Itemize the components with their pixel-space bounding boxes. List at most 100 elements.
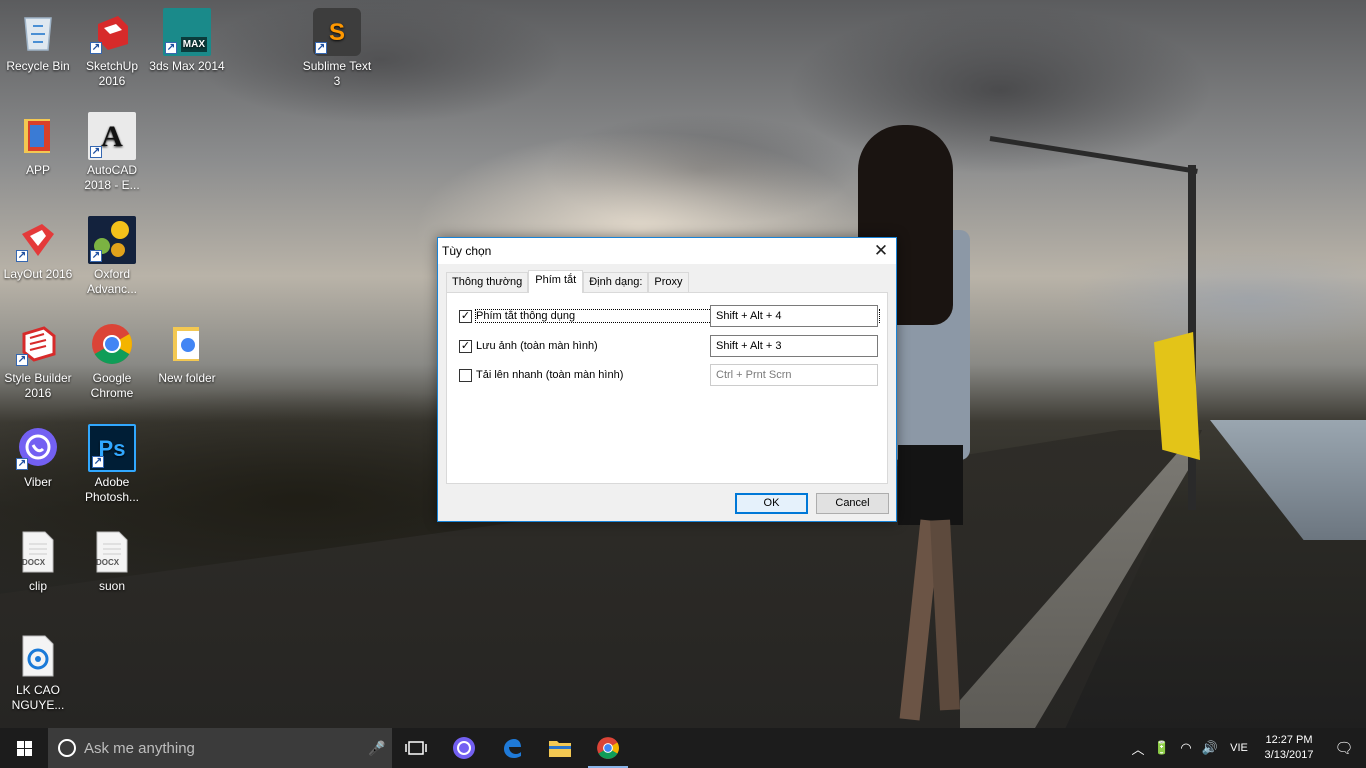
taskbar: Ask me anything 🎤 ︿ 🔋 ◠ 🔊 VIE 12:27 PM 3… (0, 728, 1366, 768)
clock[interactable]: 12:27 PM 3/13/2017 (1256, 733, 1322, 763)
tab-general[interactable]: Thông thường (446, 272, 529, 293)
taskbar-viber[interactable] (440, 728, 488, 768)
viber-icon: ↗ (14, 424, 62, 472)
desktop-icon-oxford[interactable]: ↗ Oxford Advanc... (74, 216, 150, 297)
tab-format[interactable]: Định dạng: (583, 272, 649, 293)
language-indicator[interactable]: VIE (1222, 742, 1256, 754)
edge-icon (504, 739, 521, 758)
oxford-dictionary-icon: ↗ (88, 216, 136, 264)
battery-icon[interactable]: 🔋 (1150, 740, 1174, 756)
docx-file-icon: DOCX (88, 528, 136, 576)
desktop-icon-label: APP (25, 163, 50, 177)
common-shortcut-checkbox[interactable]: ✓ (459, 309, 472, 323)
desktop-icon-autocad[interactable]: A ↗ AutoCAD 2018 - E... (74, 112, 150, 193)
recycle-bin-icon (14, 8, 62, 56)
layout-icon: ↗ (14, 216, 62, 264)
clock-date: 3/13/2017 (1264, 749, 1314, 761)
common-shortcut-hotkey-field[interactable]: Shift + Alt + 4 (710, 305, 878, 327)
file-explorer-icon (549, 741, 571, 757)
desktop-icon-layout[interactable]: ↗ LayOut 2016 (0, 216, 76, 282)
desktop-icon-label: AutoCAD 2018 - E... (84, 163, 140, 192)
close-icon[interactable]: ✕ (866, 238, 896, 264)
desktop-icon-app-folder[interactable]: APP (0, 112, 76, 178)
tab-shortcuts[interactable]: Phím tắt (528, 270, 584, 293)
shortcut-arrow-icon: ↗ (165, 42, 177, 54)
wifi-icon[interactable]: ◠ (1174, 740, 1198, 756)
desktop-icon-viber[interactable]: ↗ Viber (0, 424, 76, 490)
desktop-icon-label: LK CAO NGUYE... (11, 683, 65, 712)
shortcut-arrow-icon: ↗ (90, 250, 102, 262)
autocad-icon: A ↗ (88, 112, 136, 160)
clock-time: 12:27 PM (1265, 734, 1313, 746)
desktop-icon-label: Google Chrome (90, 371, 134, 400)
shortcut-arrow-icon: ↗ (315, 42, 327, 54)
save-fullscreen-checkbox[interactable]: ✓ (459, 339, 472, 353)
tab-proxy[interactable]: Proxy (648, 272, 689, 293)
desktop-icon-label: Sublime Text 3 (302, 59, 372, 88)
dialog-titlebar[interactable]: Tùy chọn ✕ (438, 238, 896, 264)
quick-upload-checkbox[interactable] (459, 368, 472, 382)
desktop-icon-suon[interactable]: DOCX suon (74, 528, 150, 594)
shortcut-arrow-icon: ↗ (16, 458, 28, 470)
dialog-tabs: Thông thường Phím tắt Định dạng: Proxy (446, 270, 689, 293)
shortcut-arrow-icon: ↗ (16, 354, 28, 366)
folder-icon (163, 320, 211, 368)
shortcut-arrow-icon: ↗ (90, 146, 102, 158)
shortcut-row-save-fullscreen: ✓ Lưu ảnh (toàn màn hình) Shift + Alt + … (459, 335, 879, 357)
save-fullscreen-hotkey-field[interactable]: Shift + Alt + 3 (710, 335, 878, 357)
desktop-icon-lk-cao-nguyen[interactable]: LK CAO NGUYE... (0, 632, 76, 713)
taskbar-edge[interactable] (488, 728, 536, 768)
desktop-icon-label: clip (28, 579, 47, 593)
media-file-icon (14, 632, 62, 680)
desktop-icon-3ds-max[interactable]: MAX ↗ 3ds Max 2014 (149, 8, 225, 74)
desktop-icon-sublime-text[interactable]: S ↗ Sublime Text 3 (299, 8, 375, 89)
desktop-icon-label: Recycle Bin (6, 59, 70, 73)
options-dialog: Tùy chọn ✕ Thông thường Phím tắt Định dạ… (437, 237, 897, 522)
desktop-icon-label: Style Builder 2016 (4, 371, 72, 400)
desktop-icon-new-folder[interactable]: New folder (149, 320, 225, 386)
desktop-icon-label: SketchUp 2016 (85, 59, 139, 88)
photoshop-icon: Ps ↗ (88, 424, 136, 472)
desktop-icon-sketchup[interactable]: ↗ SketchUp 2016 (74, 8, 150, 89)
volume-icon[interactable]: 🔊 (1198, 740, 1222, 756)
system-tray: ︿ 🔋 ◠ 🔊 VIE 12:27 PM 3/13/2017 🗨 (1126, 728, 1366, 768)
desktop-icon-clip[interactable]: DOCX clip (0, 528, 76, 594)
chrome-icon (88, 320, 136, 368)
desktop-icon-label: Adobe Photosh... (84, 475, 140, 504)
desktop-icon-label: Viber (24, 475, 52, 489)
desktop-icon-recycle-bin[interactable]: Recycle Bin (0, 8, 76, 74)
dialog-title: Tùy chọn (442, 244, 492, 258)
chrome-icon (597, 737, 619, 759)
quick-upload-hotkey-field[interactable]: Ctrl + Prnt Scrn (710, 364, 878, 386)
docx-file-icon: DOCX (14, 528, 62, 576)
taskbar-file-explorer[interactable] (536, 728, 584, 768)
cortana-icon (58, 739, 76, 757)
shortcut-row-common: ✓ Phím tắt thông dụng Shift + Alt + 4 (459, 305, 880, 327)
task-view-icon (405, 741, 427, 755)
notifications-icon[interactable]: 🗨 (1322, 739, 1366, 757)
desktop-icon-style-builder[interactable]: ↗ Style Builder 2016 (0, 320, 76, 401)
cortana-search-box[interactable]: Ask me anything 🎤 (48, 728, 392, 768)
viber-icon (453, 737, 475, 759)
desktop-icon-label: suon (98, 579, 126, 593)
task-view-button[interactable] (392, 728, 440, 768)
sublime-text-icon: S ↗ (313, 8, 361, 56)
desktop-icon-label: Oxford Advanc... (86, 267, 138, 296)
shortcut-arrow-icon: ↗ (16, 250, 28, 262)
shortcuts-panel: ✓ Phím tắt thông dụng Shift + Alt + 4 ✓ … (446, 292, 888, 484)
ok-button[interactable]: OK (735, 493, 808, 514)
microphone-icon[interactable]: 🎤 (362, 740, 392, 757)
sketchup-icon: ↗ (88, 8, 136, 56)
taskbar-chrome[interactable] (584, 728, 632, 768)
3ds-max-icon: MAX ↗ (163, 8, 211, 56)
cancel-button[interactable]: Cancel (816, 493, 889, 514)
start-button[interactable] (0, 728, 48, 768)
desktop-icon-photoshop[interactable]: Ps ↗ Adobe Photosh... (74, 424, 150, 505)
windows-logo-icon (16, 740, 32, 756)
chevron-up-icon[interactable]: ︿ (1126, 739, 1150, 758)
desktop-icon-label: LayOut 2016 (3, 267, 73, 281)
shortcut-arrow-icon: ↗ (92, 456, 104, 468)
shortcut-row-quick-upload: Tải lên nhanh (toàn màn hình) Ctrl + Prn… (459, 364, 879, 386)
desktop-icon-google-chrome[interactable]: Google Chrome (74, 320, 150, 401)
search-placeholder: Ask me anything (84, 739, 195, 757)
